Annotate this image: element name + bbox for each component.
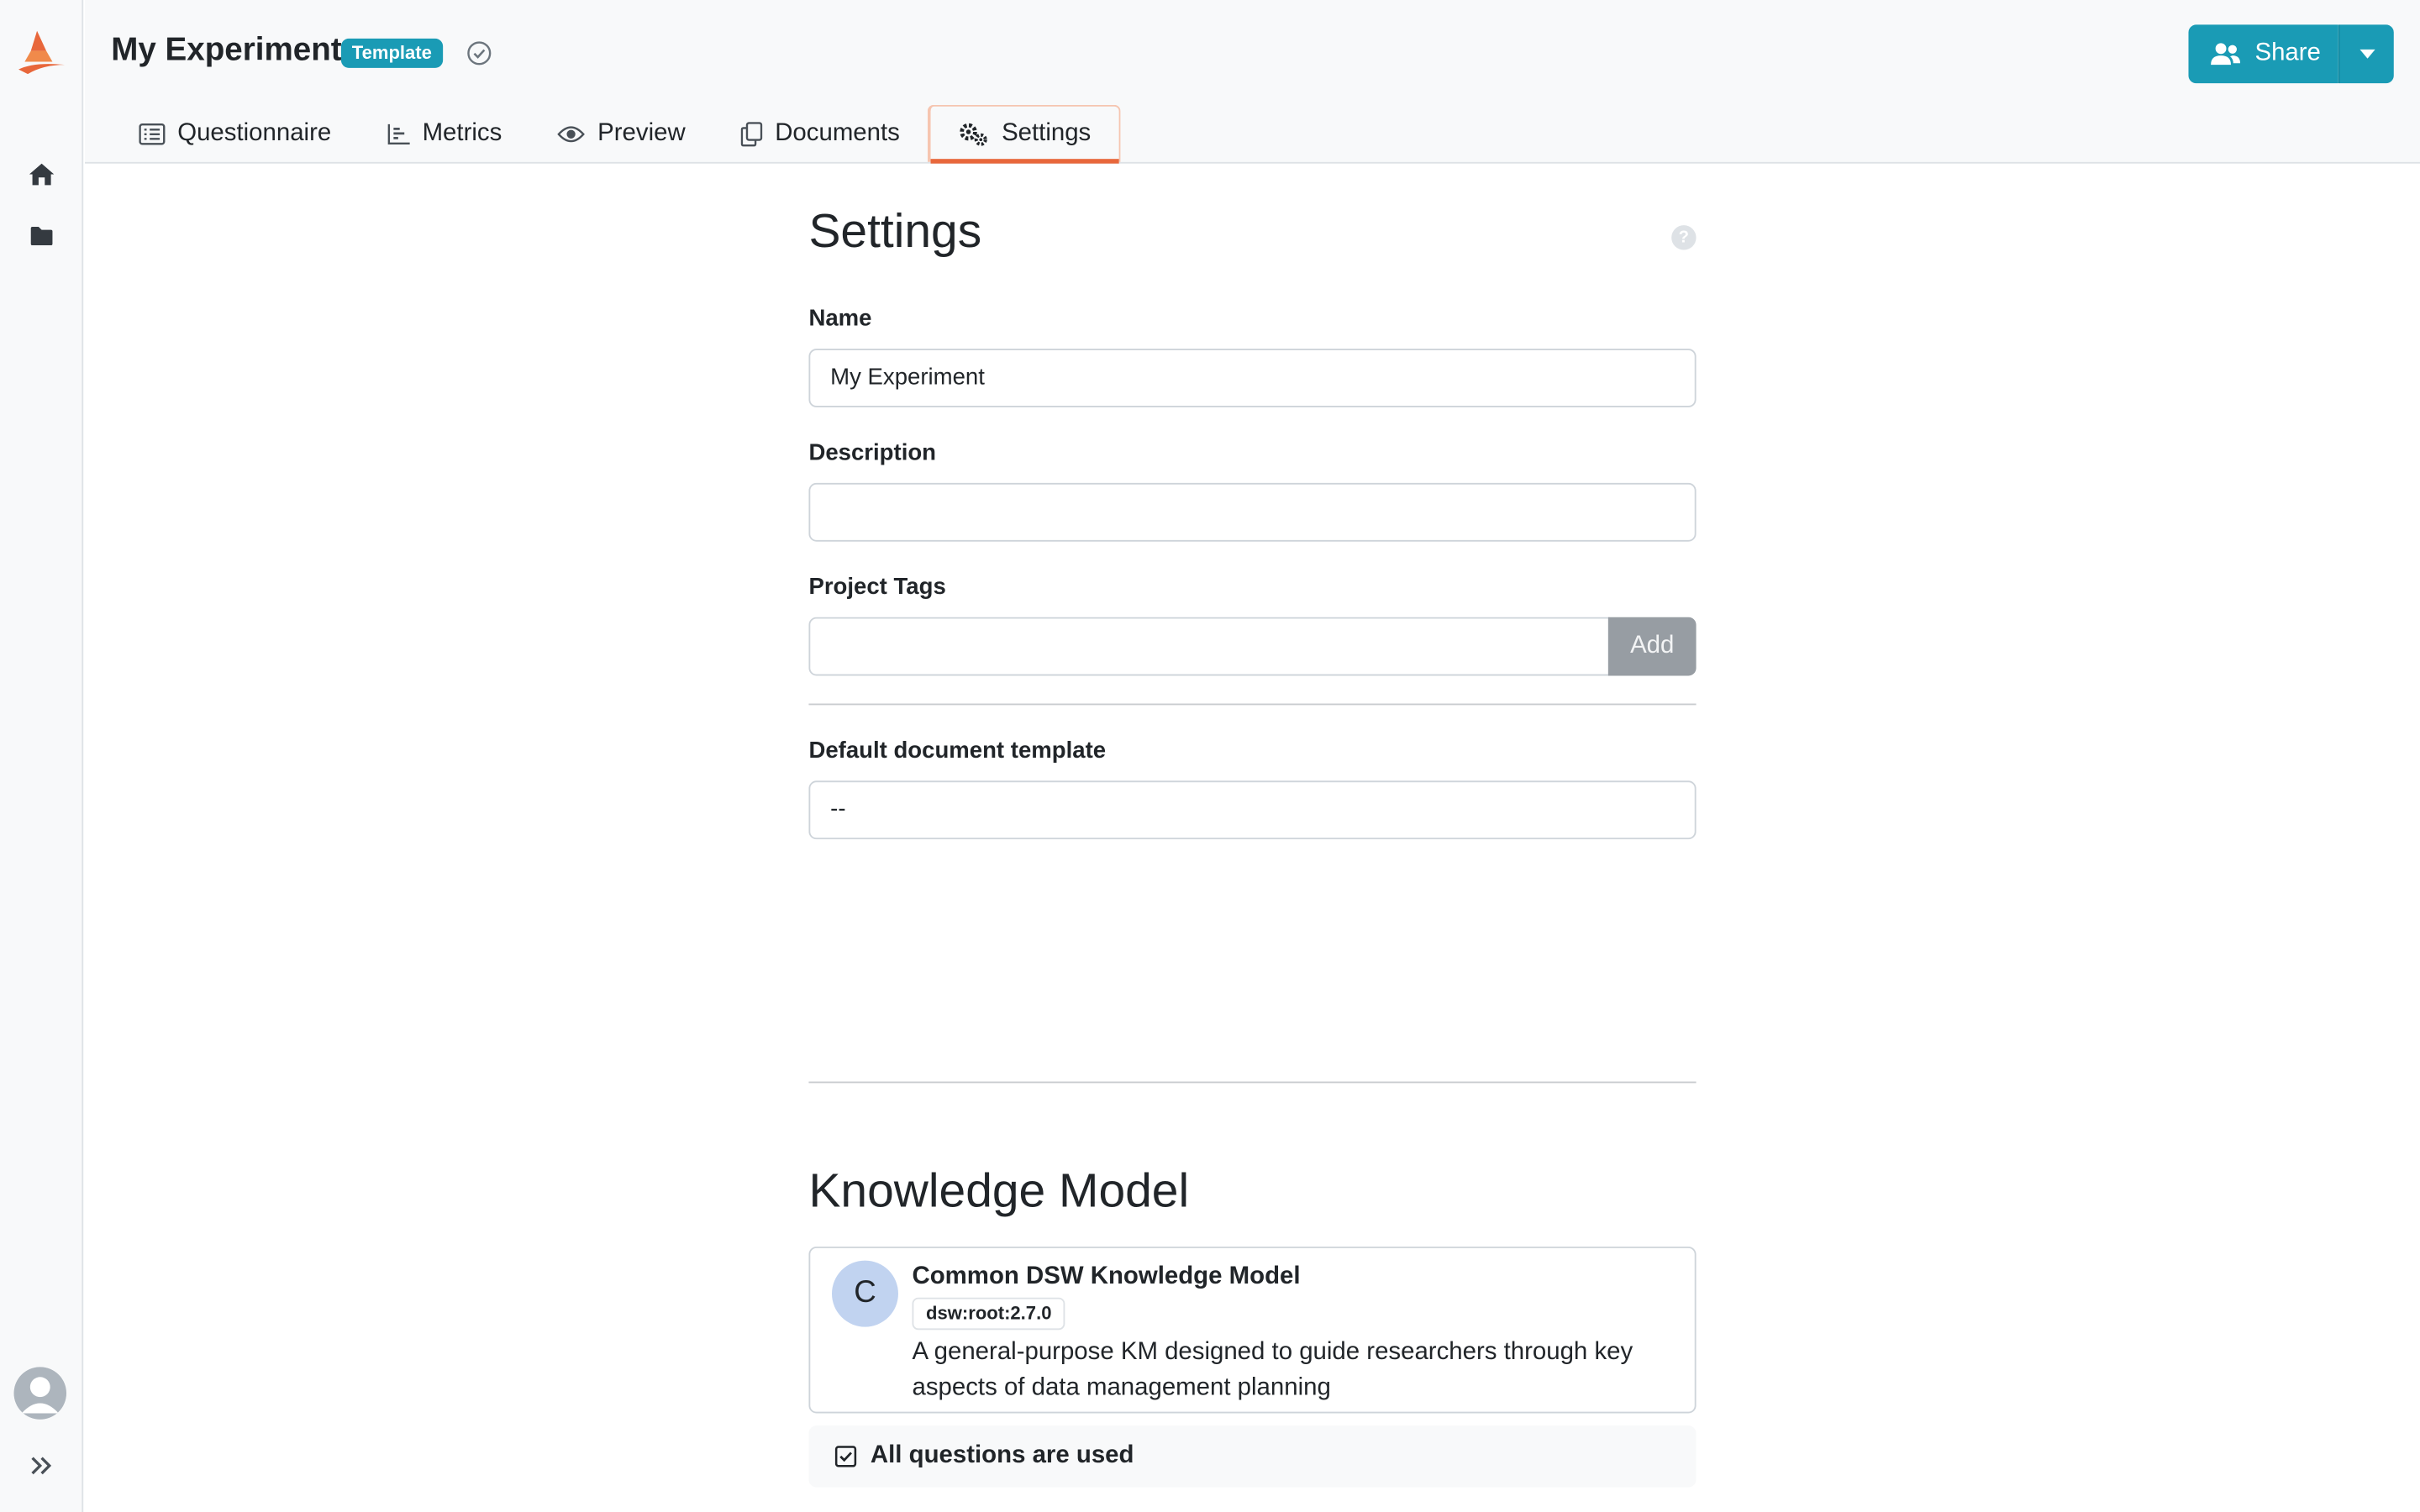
km-name: Common DSW Knowledge Model <box>912 1263 1301 1290</box>
caret-down-icon <box>2359 49 2375 59</box>
help-icon[interactable]: ? <box>1671 225 1697 250</box>
copy-icon <box>740 121 763 146</box>
km-id-badge: dsw:root:2.7.0 <box>912 1297 1066 1331</box>
project-title: My Experiment <box>111 32 342 68</box>
divider <box>808 1081 1697 1084</box>
saved-check-icon <box>466 40 492 66</box>
share-button[interactable]: Share <box>2188 24 2338 84</box>
tab-preview-label: Preview <box>597 119 686 146</box>
bar-chart-icon <box>387 123 410 144</box>
gears-icon <box>959 122 990 146</box>
tab-settings-label: Settings <box>1002 120 1092 147</box>
tab-documents-label: Documents <box>775 119 900 146</box>
knowledge-model-card: C Common DSW Knowledge Model dsw:root:2.… <box>808 1247 1697 1414</box>
name-field[interactable]: My Experiment <box>808 349 1697 407</box>
description-label: Description <box>808 439 937 466</box>
check-square-icon <box>834 1446 857 1467</box>
list-icon <box>139 123 166 144</box>
users-icon <box>2211 43 2241 66</box>
project-tabs: Questionnaire Metrics Preview Documents … <box>111 104 1121 164</box>
page-title: Settings <box>808 203 982 258</box>
divider <box>808 703 1697 706</box>
tab-questionnaire[interactable]: Questionnaire <box>111 105 359 162</box>
km-description: A general-purpose KM designed to guide r… <box>912 1339 1634 1401</box>
tab-metrics[interactable]: Metrics <box>359 105 529 162</box>
tab-questionnaire-label: Questionnaire <box>177 119 332 146</box>
share-label: Share <box>2254 39 2321 66</box>
eye-icon <box>557 124 586 143</box>
default-template-label: Default document template <box>808 737 1107 764</box>
project-tags-label: Project Tags <box>808 574 946 601</box>
description-field[interactable] <box>808 482 1697 542</box>
expand-sidebar-icon[interactable] <box>26 1451 57 1482</box>
home-icon[interactable] <box>26 159 57 190</box>
folder-icon[interactable] <box>26 221 57 252</box>
tab-preview[interactable]: Preview <box>529 105 713 162</box>
avatar[interactable] <box>13 1367 66 1420</box>
add-tag-button[interactable]: Add <box>1607 617 1697 676</box>
project-tags-input[interactable] <box>808 617 1610 676</box>
share-dropdown-toggle[interactable] <box>2338 24 2394 84</box>
app-logo[interactable] <box>15 28 67 77</box>
km-avatar: C <box>831 1260 898 1327</box>
name-label: Name <box>808 305 872 332</box>
all-questions-used-text: All questions are used <box>870 1442 1134 1469</box>
knowledge-model-heading: Knowledge Model <box>808 1163 1190 1218</box>
tab-documents[interactable]: Documents <box>713 105 928 162</box>
sidebar <box>0 0 84 1512</box>
template-badge: Template <box>340 38 443 68</box>
all-questions-used-notice: All questions are used <box>808 1425 1697 1488</box>
project-header: My Experiment Template Share Questionnai… <box>85 0 2420 164</box>
default-template-select[interactable]: -- <box>808 780 1697 840</box>
tab-metrics-label: Metrics <box>422 119 502 146</box>
tab-settings[interactable]: Settings <box>927 104 1121 164</box>
